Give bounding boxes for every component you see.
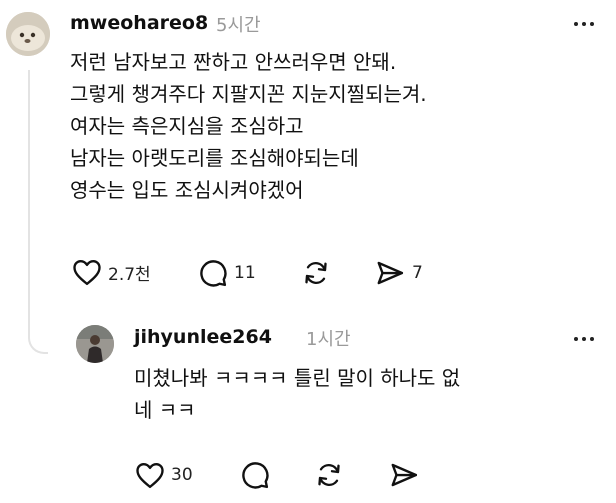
- post-body-line: 여자는 측은지심을 조심하고: [70, 114, 304, 138]
- reply-like-count: 30: [171, 465, 193, 485]
- post-body-line: 그렇게 챙겨주다 지팔지꼰 지눈지찔되는겨.: [70, 82, 427, 106]
- reply-more-icon[interactable]: [574, 337, 594, 341]
- like-count: 2.7천: [108, 264, 151, 285]
- reply-like-button[interactable]: 30: [135, 461, 193, 489]
- post-body-line: 남자는 아랫도리를 조심해야되는데: [70, 146, 359, 170]
- reply-count: 11: [234, 263, 256, 283]
- reply-avatar[interactable]: [76, 325, 114, 363]
- reply-body-line: 네 ㅋㅋ: [134, 398, 196, 422]
- share-button[interactable]: 7: [374, 258, 423, 288]
- post-timestamp: 5시간: [216, 15, 261, 36]
- reply-username[interactable]: jihyunlee264: [134, 326, 272, 348]
- comment-button[interactable]: 11: [198, 258, 256, 288]
- thread-connector-line: [28, 70, 48, 354]
- repost-button[interactable]: [300, 258, 332, 288]
- comment-bubble-icon: [242, 462, 269, 489]
- reply-body: 미쳤나봐 ㅋㅋㅋㅋ 틀린 말이 하나도 없 네 ㅋㅋ: [134, 362, 460, 426]
- share-count: 7: [412, 263, 423, 283]
- reply-share-button[interactable]: [388, 460, 420, 490]
- heart-icon: [136, 462, 164, 489]
- repost-icon: [305, 261, 327, 285]
- comment-bubble-icon: [200, 260, 227, 287]
- post-more-icon[interactable]: [574, 22, 594, 26]
- post-body: 저런 남자보고 짠하고 안쓰러우면 안돼. 그렇게 챙겨주다 지팔지꼰 지눈지찔…: [70, 46, 427, 206]
- avatar[interactable]: [6, 12, 50, 56]
- reply-comment-button[interactable]: [240, 460, 270, 490]
- heart-icon: [73, 259, 101, 286]
- avatar-image: [6, 12, 50, 56]
- post-body-line: 저런 남자보고 짠하고 안쓰러우면 안돼.: [70, 50, 397, 74]
- like-button[interactable]: 2.7천: [72, 258, 151, 286]
- repost-icon: [318, 463, 340, 487]
- reply-body-line: 미쳤나봐 ㅋㅋㅋㅋ 틀린 말이 하나도 없: [134, 366, 461, 390]
- reply-repost-button[interactable]: [313, 460, 345, 490]
- reply-timestamp: 1시간: [306, 329, 351, 350]
- send-icon: [391, 463, 418, 487]
- send-icon: [377, 261, 404, 285]
- avatar-image: [76, 325, 114, 363]
- post-username[interactable]: mweohareo8: [70, 12, 208, 34]
- post-body-line: 영수는 입도 조심시켜야겠어: [70, 178, 304, 202]
